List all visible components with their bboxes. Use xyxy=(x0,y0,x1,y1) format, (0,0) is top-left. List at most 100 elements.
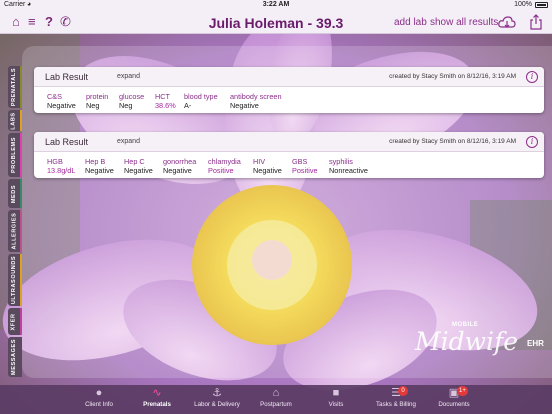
lab-test: HIV Negative xyxy=(253,157,282,175)
lab-test: Hep B Negative xyxy=(85,157,114,175)
test-value: 13.8g/dL xyxy=(47,166,76,175)
side-tab-labs[interactable]: LABS xyxy=(8,110,22,131)
lab-test: gonorrhea Negative xyxy=(163,157,196,175)
show-all-results-link[interactable]: show all results xyxy=(430,17,498,28)
test-name: HGB xyxy=(47,157,63,166)
side-tab-ultrasounds[interactable]: ULTRASOUNDS xyxy=(8,254,22,306)
test-name: HCT xyxy=(155,92,170,101)
tab-label: Visits xyxy=(328,401,344,408)
card-body: C&S Negative protein Neg glucose Neg HCT… xyxy=(34,87,544,113)
tab-label: Postpartum xyxy=(260,401,292,408)
test-name: C&S xyxy=(47,92,63,101)
side-tab-label: MESSAGES xyxy=(11,339,18,375)
test-value: 38.6% xyxy=(155,101,176,110)
person-icon: ● xyxy=(95,387,103,399)
battery-percent: 100% xyxy=(514,1,532,8)
test-value: Positive xyxy=(208,166,234,175)
share-icon[interactable] xyxy=(530,14,542,30)
test-value: Negative xyxy=(85,166,114,175)
side-tab-label: ULTRASOUNDS xyxy=(11,255,18,305)
tab-visits[interactable]: ■ Visits xyxy=(316,385,356,414)
add-lab-link[interactable]: add lab xyxy=(394,17,427,28)
test-value: Nonreactive xyxy=(329,166,368,175)
lab-test: protein Neg xyxy=(86,92,108,110)
test-value: A- xyxy=(184,101,192,110)
lab-test: syphilis Nonreactive xyxy=(329,157,368,175)
documents-badge: 1+ xyxy=(457,386,468,396)
tab-tasks-billing[interactable]: ☰ Tasks & Billing 0 xyxy=(368,385,424,414)
side-tab-label: PRENATALS xyxy=(11,67,18,107)
house-icon: ⌂ xyxy=(272,387,280,399)
tab-prenatals[interactable]: ∿ Prenatals xyxy=(134,385,180,414)
tab-labor-delivery[interactable]: ⚓ Labor & Delivery xyxy=(190,385,244,414)
tab-label: Prenatals xyxy=(143,401,171,408)
test-name: chlamydia xyxy=(208,157,241,166)
side-tab-label: ALLERGIES xyxy=(11,212,17,250)
info-icon[interactable]: i xyxy=(526,136,538,148)
battery-icon xyxy=(535,2,548,8)
test-name: HIV xyxy=(253,157,266,166)
created-by-text: created by Stacy Smith on 8/12/16, 3:19 … xyxy=(389,73,516,80)
test-name: GBS xyxy=(292,157,308,166)
cloud-download-icon[interactable] xyxy=(498,15,516,30)
side-tab-problems[interactable]: PROBLEMS xyxy=(8,133,22,177)
lab-test: Hep C Negative xyxy=(124,157,153,175)
lab-result-card[interactable]: Lab Result expand created by Stacy Smith… xyxy=(34,132,544,178)
lab-test: blood type A- xyxy=(184,92,218,110)
side-tab-label: PROBLEMS xyxy=(11,137,17,173)
card-title: Lab Result xyxy=(45,72,89,82)
tasks-badge: 0 xyxy=(398,386,408,396)
test-value: Neg xyxy=(119,101,133,110)
test-name: antibody screen xyxy=(230,92,282,101)
tab-client-info[interactable]: ● Client Info xyxy=(76,385,122,414)
side-tab-allergies[interactable]: ALLERGIES xyxy=(8,210,22,252)
lab-test: GBS Positive xyxy=(292,157,318,175)
heartbeat-icon: ∿ xyxy=(152,387,162,399)
lab-test: HGB 13.8g/dL xyxy=(47,157,75,175)
stroller-icon: ⚓ xyxy=(212,387,222,399)
lab-result-card[interactable]: Lab Result expand created by Stacy Smith… xyxy=(34,67,544,113)
test-value: Positive xyxy=(292,166,318,175)
side-tab-messages[interactable]: MESSAGES xyxy=(8,337,22,377)
test-name: syphilis xyxy=(329,157,353,166)
clock: 3:22 AM xyxy=(262,1,290,8)
test-value: Neg xyxy=(86,101,100,110)
side-tab-prenatals[interactable]: PRENATALS xyxy=(8,66,22,108)
tab-label: Documents xyxy=(438,401,470,408)
card-body: HGB 13.8g/dL Hep B Negative Hep C Negati… xyxy=(34,152,544,178)
info-icon[interactable]: i xyxy=(526,71,538,83)
test-value: Negative xyxy=(253,166,282,175)
test-value: Negative xyxy=(163,166,192,175)
top-nav-bar: ⌂ ≡ ? ✆ Julia Holeman - 39.3 add lab sho… xyxy=(0,11,552,34)
documents-icon: ▣ xyxy=(448,387,460,399)
tab-documents[interactable]: ▣ Documents 1+ xyxy=(432,385,476,414)
side-tab-xfer[interactable]: XFER xyxy=(8,308,22,335)
side-tab-meds[interactable]: MEDS xyxy=(8,179,22,208)
test-value: Negative xyxy=(124,166,153,175)
test-name: Hep C xyxy=(124,157,145,166)
tab-label: Tasks & Billing xyxy=(376,401,416,408)
status-bar: Carrier ◕ 3:22 AM 100% xyxy=(0,0,552,11)
lab-test: glucose Neg xyxy=(119,92,144,110)
tab-postpartum[interactable]: ⌂ Postpartum xyxy=(254,385,298,414)
car-icon: ■ xyxy=(332,387,340,399)
test-value: Negative xyxy=(47,101,76,110)
logo-midwife-text: Midwife xyxy=(415,327,519,356)
test-name: protein xyxy=(86,92,109,101)
test-value: Negative xyxy=(230,101,259,110)
expand-link[interactable]: expand xyxy=(117,73,140,80)
bottom-tab-bar: ● Client Info ∿ Prenatals ⚓ Labor & Deli… xyxy=(0,385,552,414)
side-tab-label: MEDS xyxy=(11,184,18,203)
created-by-text: created by Stacy Smith on 8/12/16, 3:19 … xyxy=(389,138,516,145)
test-name: Hep B xyxy=(85,157,106,166)
card-header: Lab Result expand created by Stacy Smith… xyxy=(34,132,544,152)
expand-link[interactable]: expand xyxy=(117,138,140,145)
logo-ehr-text: EHR xyxy=(527,339,544,348)
test-name: blood type xyxy=(184,92,218,101)
test-name: gonorrhea xyxy=(163,157,197,166)
tab-label: Client Info xyxy=(85,401,113,408)
side-tab-label: LABS xyxy=(11,111,17,130)
lab-test: chlamydia Positive xyxy=(208,157,241,175)
lab-test: C&S Negative xyxy=(47,92,76,110)
card-title: Lab Result xyxy=(45,137,89,147)
